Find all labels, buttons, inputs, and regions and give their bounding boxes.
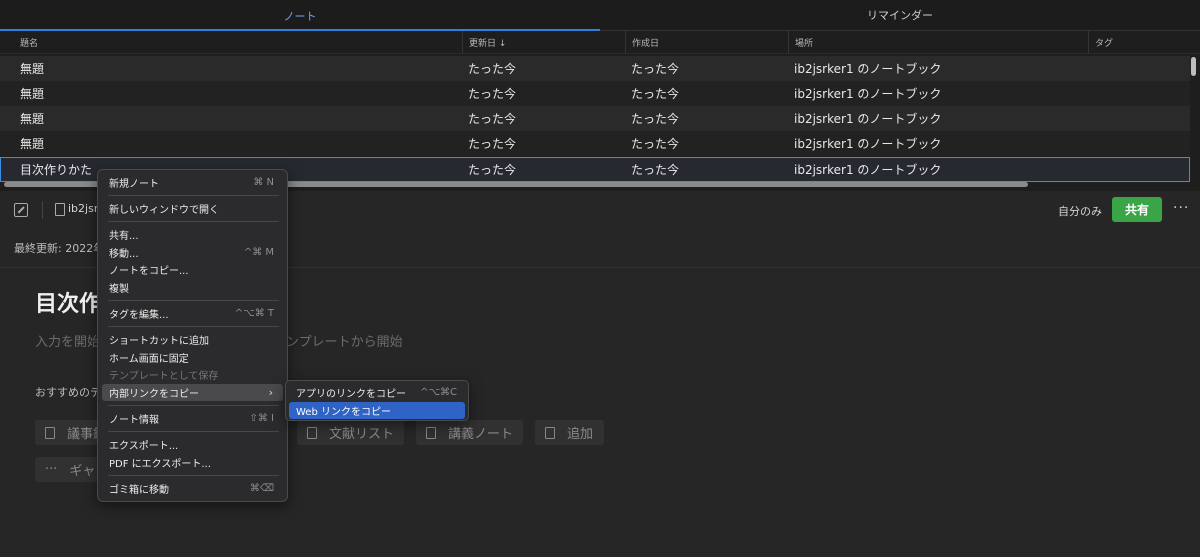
- menu-divider: [108, 326, 279, 327]
- template-chip-lecture[interactable]: 講義ノート: [416, 420, 523, 445]
- document-icon: [45, 426, 55, 439]
- expand-icon[interactable]: [14, 203, 28, 217]
- row-location: ib2jsrker1 のノートブック: [794, 163, 942, 177]
- row-updated: たった今: [468, 137, 517, 151]
- row-title: 無題: [20, 62, 45, 76]
- row-title: 無題: [20, 87, 45, 101]
- menu-item-note-info[interactable]: ノート情報 ⇧⌘ I: [102, 410, 283, 427]
- row-location: ib2jsrker1 のノートブック: [794, 87, 942, 101]
- menu-item-edit-tags[interactable]: タグを編集... ^⌥⌘ T: [102, 305, 283, 322]
- menu-item-new-note[interactable]: 新規ノート ⌘ N: [102, 174, 283, 191]
- editor-placeholder[interactable]: 入力を開始: [35, 331, 100, 350]
- menu-item-export-pdf[interactable]: PDF にエクスポート...: [102, 454, 283, 471]
- row-created: たった今: [631, 112, 680, 126]
- row-created: たった今: [631, 62, 680, 76]
- visibility-label[interactable]: 自分のみ: [1058, 203, 1102, 219]
- table-row[interactable]: 無題 たった今 たった今 ib2jsrker1 のノートブック: [0, 56, 1190, 81]
- menu-divider: [108, 475, 279, 476]
- menu-item-share[interactable]: 共有...: [102, 226, 283, 243]
- row-title: 目次作りかた: [20, 163, 93, 177]
- share-button[interactable]: 共有: [1112, 197, 1162, 222]
- last-updated-text: 最終更新: 2022年: [14, 242, 105, 255]
- menu-item-move-to-trash[interactable]: ゴミ箱に移動 ⌘⌫: [102, 480, 283, 497]
- menu-divider: [108, 195, 279, 196]
- row-location: ib2jsrker1 のノートブック: [794, 137, 942, 151]
- template-chip-add[interactable]: 追加: [535, 420, 604, 445]
- submenu-item-copy-app-link[interactable]: アプリのリンクをコピー ^⌥⌘C: [289, 384, 465, 401]
- toolbar-divider: [42, 201, 43, 219]
- note-title[interactable]: 目次作: [35, 286, 101, 318]
- column-header-title[interactable]: 題名: [0, 31, 462, 54]
- menu-item-pin-home[interactable]: ホーム画面に固定: [102, 349, 283, 366]
- column-header-location[interactable]: 場所: [788, 31, 1088, 54]
- table-header: 題名 更新日 ↓ 作成日 場所 タグ: [0, 31, 1200, 54]
- menu-item-export[interactable]: エクスポート...: [102, 436, 283, 453]
- menu-item-move[interactable]: 移動... ^⌘ M: [102, 244, 283, 261]
- menu-divider: [108, 300, 279, 301]
- template-placeholder[interactable]: ンプレートから開始: [286, 331, 403, 350]
- vertical-scrollbar[interactable]: [1191, 57, 1196, 76]
- row-updated: たった今: [468, 163, 517, 177]
- chevron-right-icon: ›: [268, 386, 273, 399]
- add-template-icon: [545, 426, 555, 439]
- tab-notes[interactable]: ノート: [0, 0, 600, 31]
- row-created: たった今: [631, 87, 680, 101]
- row-created: たった今: [631, 137, 680, 151]
- table-row[interactable]: 無題 たった今 たった今 ib2jsrker1 のノートブック: [0, 131, 1190, 156]
- row-location: ib2jsrker1 のノートブック: [794, 112, 942, 126]
- row-updated: たった今: [468, 87, 517, 101]
- row-created: たった今: [631, 163, 680, 177]
- table-row[interactable]: 無題 たった今 たった今 ib2jsrker1 のノートブック: [0, 81, 1190, 106]
- menu-item-copy-internal-link[interactable]: 内部リンクをコピー ›: [102, 384, 283, 401]
- menu-item-duplicate[interactable]: 複製: [102, 279, 283, 296]
- submenu-item-copy-web-link[interactable]: Web リンクをコピー: [289, 402, 465, 419]
- menu-item-open-window[interactable]: 新しいウィンドウで開く: [102, 200, 283, 217]
- chip-label: ギャ: [69, 464, 96, 479]
- notebook-icon: [55, 203, 65, 216]
- menu-divider: [108, 405, 279, 406]
- menu-item-add-shortcut[interactable]: ショートカットに追加: [102, 331, 283, 348]
- column-header-created[interactable]: 作成日: [625, 31, 788, 54]
- notes-table: 題名 更新日 ↓ 作成日 場所 タグ 無題 たった今 たった今 ib2jsrke…: [0, 31, 1200, 191]
- more-options-icon[interactable]: ···: [1173, 200, 1189, 216]
- menu-item-save-template: テンプレートとして保存: [109, 371, 219, 382]
- template-chip-bibliography[interactable]: 文献リスト: [297, 420, 404, 445]
- menu-item-copy-note[interactable]: ノートをコピー...: [102, 261, 283, 278]
- copy-link-submenu: アプリのリンクをコピー ^⌥⌘C Web リンクをコピー: [285, 380, 469, 421]
- column-header-tags[interactable]: タグ: [1088, 31, 1200, 54]
- tab-reminders[interactable]: リマインダー: [600, 0, 1200, 31]
- row-updated: たった今: [468, 112, 517, 126]
- table-row[interactable]: 無題 たった今 たった今 ib2jsrker1 のノートブック: [0, 106, 1190, 131]
- more-icon: ···: [45, 462, 58, 477]
- context-menu: 新規ノート ⌘ N 新しいウィンドウで開く 共有... 移動... ^⌘ M ノート…: [97, 169, 288, 502]
- menu-divider: [108, 431, 279, 432]
- row-updated: たった今: [468, 62, 517, 76]
- row-title: 無題: [20, 112, 45, 126]
- column-header-updated[interactable]: 更新日 ↓: [462, 31, 625, 54]
- document-icon: [307, 426, 317, 439]
- row-location: ib2jsrker1 のノートブック: [794, 62, 942, 76]
- row-title: 無題: [20, 137, 45, 151]
- chip-label: 追加: [567, 427, 594, 442]
- menu-divider: [108, 221, 279, 222]
- chip-label: 講義ノート: [448, 427, 514, 442]
- notebook-label[interactable]: ib2jsr: [68, 202, 98, 215]
- document-icon: [426, 426, 436, 439]
- view-tabs: ノート リマインダー: [0, 0, 1200, 31]
- chip-label: 文献リスト: [329, 427, 395, 442]
- recommended-templates-label: おすすめのテ: [35, 386, 101, 399]
